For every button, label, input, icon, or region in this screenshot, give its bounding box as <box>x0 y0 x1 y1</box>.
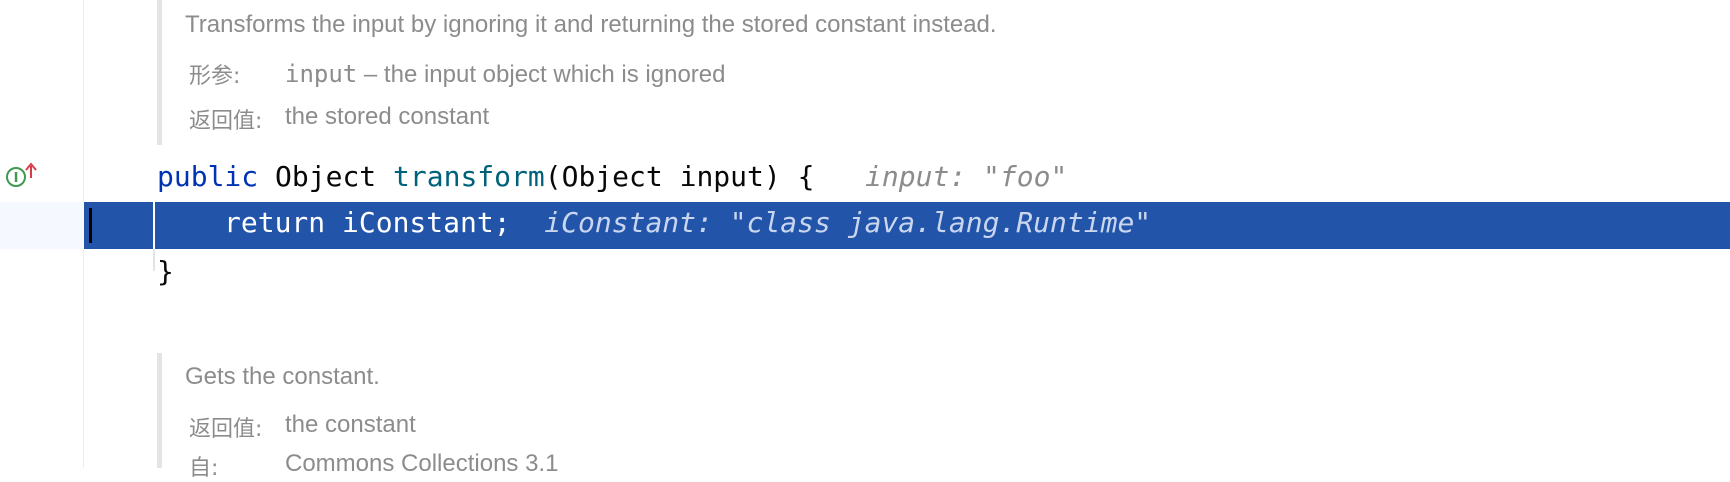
javadoc-since-desc: Commons Collections 3.1 <box>285 450 559 477</box>
inline-value-hint-input: input: "foo" <box>865 160 1068 193</box>
inline-value-hint-iconstant: iConstant: "class java.lang.Runtime" <box>544 206 1152 239</box>
javadoc-param-desc: – the input object which is ignored <box>357 61 726 88</box>
return-statement: return iConstant; <box>224 206 511 239</box>
javadoc-params-label: 形参: <box>189 64 241 89</box>
indent-guide-lower <box>153 249 155 271</box>
implements-method-icon[interactable]: I <box>5 162 39 188</box>
javadoc-summary-2: Gets the constant. <box>185 363 380 390</box>
javadoc-param-name: input <box>285 60 358 88</box>
code-line-return[interactable]: return iConstant; iConstant: "class java… <box>224 206 1151 239</box>
javadoc-returns-label-2: 返回值: <box>189 417 263 442</box>
method-name: transform <box>393 160 545 193</box>
svg-text:I: I <box>14 171 19 186</box>
javadoc-since-label: 自: <box>189 456 219 481</box>
return-type: Object <box>258 160 394 193</box>
javadoc-bar-getconstant <box>157 353 162 468</box>
current-line-gutter <box>0 202 84 249</box>
javadoc-param: input – the input object which is ignore… <box>285 60 725 89</box>
method-params: (Object input) { <box>544 160 815 193</box>
javadoc-returns-desc-2: the constant <box>285 411 416 438</box>
code-line-method-signature[interactable]: public Object transform(Object input) { … <box>157 160 1067 193</box>
javadoc-returns-label: 返回值: <box>189 109 263 134</box>
javadoc-summary: Transforms the input by ignoring it and … <box>185 11 997 38</box>
indent-guide <box>153 202 155 249</box>
javadoc-bar-transform <box>157 0 162 145</box>
text-caret <box>89 208 92 243</box>
javadoc-returns-desc: the stored constant <box>285 103 490 130</box>
code-line-closing-brace[interactable]: } <box>157 255 174 288</box>
keyword-public: public <box>157 160 259 193</box>
current-execution-line[interactable]: return iConstant; iConstant: "class java… <box>0 202 1730 249</box>
